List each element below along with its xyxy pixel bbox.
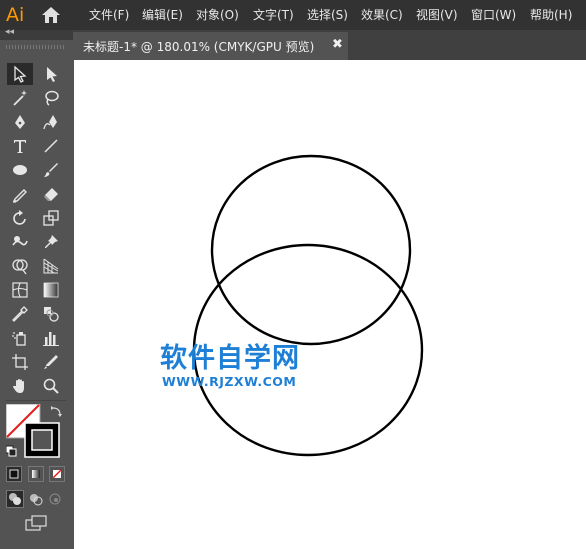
magic-wand-icon	[13, 90, 27, 106]
home-icon[interactable]	[41, 6, 61, 24]
swap-fill-stroke-icon[interactable]	[51, 406, 62, 417]
eraser-icon	[44, 188, 58, 201]
artboard-icon	[12, 354, 28, 370]
mesh-tool[interactable]	[7, 279, 33, 301]
column-graph-tool[interactable]	[38, 327, 64, 349]
fill-stroke-swatches	[6, 404, 62, 458]
rotate-icon	[13, 210, 26, 225]
rotate-tool[interactable]	[7, 207, 33, 229]
scale-icon	[43, 210, 59, 226]
selection-tool[interactable]	[7, 63, 33, 85]
ellipse-tool[interactable]	[7, 159, 33, 181]
magic-wand-tool[interactable]	[7, 87, 33, 109]
menu-help[interactable]: 帮助(H)	[530, 7, 572, 23]
shaper-tool[interactable]	[7, 183, 33, 205]
perspective-grid-tool[interactable]	[38, 255, 64, 277]
app-logo-icon: Ai	[6, 4, 25, 26]
screen-mode-icon[interactable]	[25, 515, 49, 531]
eyedropper-tool[interactable]	[7, 303, 33, 325]
menu-object[interactable]: 对象(O)	[196, 7, 239, 23]
direct-selection-arrow-icon	[47, 67, 57, 82]
tools-panel-collapse[interactable]: ◂◂	[0, 27, 73, 40]
double-chevron-left-icon[interactable]: ◂◂	[5, 27, 14, 37]
circle-top[interactable]	[210, 154, 412, 346]
gradient-icon	[43, 282, 59, 298]
selection-arrow-icon	[14, 65, 27, 83]
type-t-icon	[14, 140, 26, 153]
symbol-sprayer-icon	[12, 332, 26, 346]
artwork	[192, 154, 424, 457]
menu-window[interactable]: 窗口(W)	[471, 7, 516, 23]
draw-behind-button[interactable]	[30, 494, 43, 506]
pen-icon	[15, 115, 25, 129]
watermark-url: WWW.RJZXW.COM	[162, 374, 297, 389]
eraser-tool[interactable]	[38, 183, 64, 205]
knife-icon	[44, 355, 58, 369]
menu-select[interactable]: 选择(S)	[307, 7, 348, 23]
blend-tool[interactable]	[38, 303, 64, 325]
artboard-canvas[interactable]	[74, 60, 586, 549]
tools-panel-grip[interactable]	[6, 45, 64, 49]
line-segment-icon	[44, 139, 58, 153]
menu-edit[interactable]: 编辑(E)	[142, 7, 183, 23]
menu-effect[interactable]: 效果(C)	[361, 7, 403, 23]
curvature-pen-icon	[43, 115, 57, 130]
scale-tool[interactable]	[38, 207, 64, 229]
line-segment-tool[interactable]	[38, 135, 64, 157]
magnifier-icon	[43, 378, 59, 394]
hand-icon	[13, 379, 24, 393]
artboard-tool[interactable]	[7, 351, 33, 373]
stroke-swatch[interactable]	[24, 422, 60, 458]
document-tab-title: 未标题-1* @ 180.01% (CMYK/GPU 预览)	[83, 40, 315, 54]
watermark-title: 软件自学网	[160, 343, 300, 374]
puppet-warp-tool[interactable]	[38, 231, 64, 253]
eyedropper-icon	[12, 306, 28, 322]
tools-divider	[6, 400, 66, 401]
direct-selection-tool[interactable]	[38, 63, 64, 85]
menu-view[interactable]: 视图(V)	[416, 7, 458, 23]
document-tab[interactable]: 未标题-1* @ 180.01% (CMYK/GPU 预览) ✖	[73, 32, 348, 60]
lasso-icon	[45, 90, 59, 106]
menu-file[interactable]: 文件(F)	[89, 7, 129, 23]
shape-builder-icon	[12, 259, 28, 275]
none-button[interactable]	[49, 466, 65, 482]
gradient-tool[interactable]	[38, 279, 64, 301]
draw-inside-button[interactable]	[49, 493, 61, 505]
color-mode-buttons	[6, 466, 65, 482]
warp-tool[interactable]	[7, 231, 33, 253]
bar-graph-icon	[43, 332, 59, 346]
gradient-button[interactable]	[28, 466, 44, 482]
default-fill-stroke-icon[interactable]	[6, 445, 17, 457]
pencil-icon	[12, 189, 27, 203]
type-tool[interactable]	[7, 135, 33, 157]
slice-tool[interactable]	[38, 351, 64, 373]
symbol-sprayer-tool[interactable]	[7, 327, 33, 349]
draw-normal-button[interactable]	[6, 490, 24, 508]
paintbrush-icon	[44, 163, 58, 177]
blend-icon	[44, 307, 59, 322]
ellipse-icon	[13, 165, 27, 175]
perspective-grid-icon	[43, 258, 59, 274]
curvature-tool[interactable]	[38, 111, 64, 133]
menu-bar: Ai 文件(F) 编辑(E) 对象(O) 文字(T) 选择(S) 效果(C) 视…	[0, 0, 586, 30]
pushpin-icon	[45, 235, 58, 248]
menu-type[interactable]: 文字(T)	[253, 7, 294, 23]
close-icon[interactable]: ✖	[332, 37, 343, 52]
shape-builder-tool[interactable]	[7, 255, 33, 277]
draw-mode-buttons	[6, 490, 61, 508]
hand-tool[interactable]	[7, 375, 33, 397]
mesh-icon	[12, 282, 28, 298]
pen-tool[interactable]	[7, 111, 33, 133]
lasso-tool[interactable]	[38, 87, 64, 109]
paintbrush-tool[interactable]	[38, 159, 64, 181]
warp-icon	[12, 236, 28, 246]
zoom-tool[interactable]	[38, 375, 64, 397]
color-button[interactable]	[6, 466, 22, 482]
